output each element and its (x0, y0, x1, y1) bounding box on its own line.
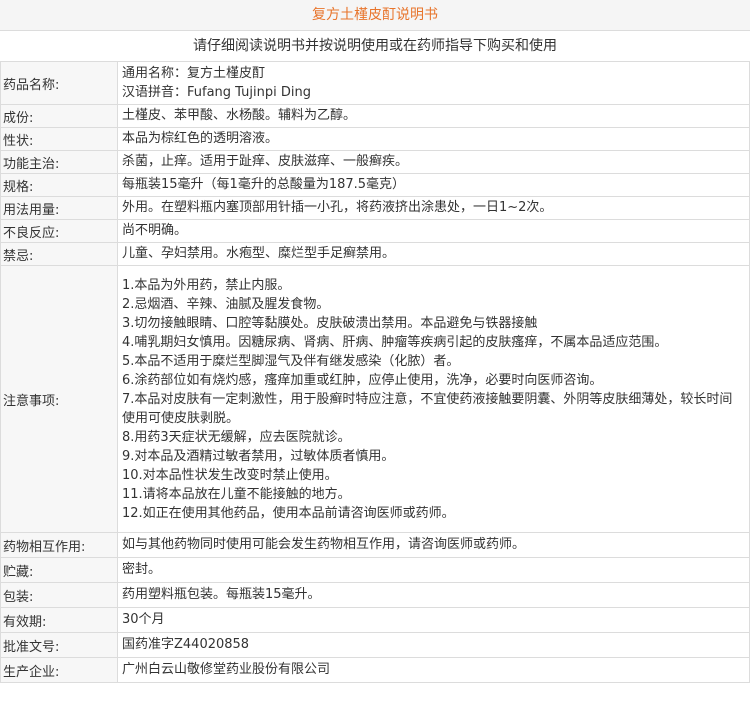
row-contraindications: 禁忌: 儿童、孕妇禁用。水疱型、糜烂型手足癣禁用。 (0, 242, 750, 266)
label-package: 包装: (0, 582, 118, 608)
label-drug-name: 药品名称: (0, 61, 118, 105)
precaution-item: 1.本品为外用药，禁止内服。 (122, 277, 291, 293)
precaution-item: 3.切勿接触眼睛、口腔等黏膜处。皮肤破溃出禁用。本品避免与铁器接触 (122, 315, 538, 331)
label-manufacturer: 生产企业: (0, 657, 118, 683)
drug-info-table: 药品名称: 通用名称：复方土槿皮酊 汉语拼音：Fufang Tujinpi Di… (0, 61, 750, 683)
label-interactions: 药物相互作用: (0, 532, 118, 558)
precaution-item: 7.本品对皮肤有一定刺激性，用于股癣时特应注意，不宜使药液接触要阴囊、外阴等皮肤… (122, 391, 733, 407)
precaution-item: 2.忌烟酒、辛辣、油腻及腥发食物。 (122, 296, 330, 312)
label-storage: 贮藏: (0, 557, 118, 583)
value-adverse: 尚不明确。 (117, 219, 750, 243)
precaution-item: 4.哺乳期妇女慎用。因糖尿病、肾病、肝病、肿瘤等疾病引起的皮肤瘙痒，不属本品适应… (122, 334, 668, 350)
label-character: 性状: (0, 127, 118, 151)
value-interactions: 如与其他药物同时使用可能会发生药物相互作用，请咨询医师或药师。 (117, 532, 750, 558)
label-ingredients: 成份: (0, 104, 118, 128)
label-precautions: 注意事项: (0, 265, 118, 533)
value-spec: 每瓶装15毫升（每1毫升的总酸量为187.5毫克） (117, 173, 750, 197)
row-spec: 规格: 每瓶装15毫升（每1毫升的总酸量为187.5毫克） (0, 173, 750, 197)
value-storage: 密封。 (117, 557, 750, 583)
row-character: 性状: 本品为棕红色的透明溶液。 (0, 127, 750, 151)
row-dosage: 用法用量: 外用。在塑料瓶内塞顶部用针插一小孔，将药液挤出涂患处，一日1~2次。 (0, 196, 750, 220)
value-approval: 国药准字Z44020858 (117, 632, 750, 658)
usage-notice: 请仔细阅读说明书并按说明使用或在药师指导下购买和使用 (193, 38, 557, 54)
precaution-item: 11.请将本品放在儿童不能接触的地方。 (122, 486, 351, 502)
row-approval: 批准文号: 国药准字Z44020858 (0, 632, 750, 658)
label-validity: 有效期: (0, 607, 118, 633)
value-contraindications: 儿童、孕妇禁用。水疱型、糜烂型手足癣禁用。 (117, 242, 750, 266)
label-contraindications: 禁忌: (0, 242, 118, 266)
label-indications: 功能主治: (0, 150, 118, 174)
value-precautions: 1.本品为外用药，禁止内服。 2.忌烟酒、辛辣、油腻及腥发食物。 3.切勿接触眼… (117, 265, 750, 533)
row-storage: 贮藏: 密封。 (0, 557, 750, 583)
value-indications: 杀菌，止痒。适用于趾痒、皮肤滋痒、一般癣疾。 (117, 150, 750, 174)
value-drug-name: 通用名称：复方土槿皮酊 汉语拼音：Fufang Tujinpi Ding (117, 61, 750, 105)
pinyin-name: 汉语拼音：Fufang Tujinpi Ding (122, 85, 311, 100)
row-manufacturer: 生产企业: 广州白云山敬修堂药业股份有限公司 (0, 657, 750, 683)
common-name: 通用名称：复方土槿皮酊 (122, 66, 266, 81)
row-ingredients: 成份: 土槿皮、苯甲酸、水杨酸。辅料为乙醇。 (0, 104, 750, 128)
row-drug-name: 药品名称: 通用名称：复方土槿皮酊 汉语拼音：Fufang Tujinpi Di… (0, 61, 750, 105)
row-adverse: 不良反应: 尚不明确。 (0, 219, 750, 243)
row-precautions: 注意事项: 1.本品为外用药，禁止内服。 2.忌烟酒、辛辣、油腻及腥发食物。 3… (0, 265, 750, 533)
label-dosage: 用法用量: (0, 196, 118, 220)
label-spec: 规格: (0, 173, 118, 197)
page-title: 复方土槿皮酊说明书 (0, 0, 750, 31)
precaution-item: 5.本品不适用于糜烂型脚湿气及伴有继发感染（化脓）者。 (122, 353, 460, 369)
value-manufacturer: 广州白云山敬修堂药业股份有限公司 (117, 657, 750, 683)
value-package: 药用塑料瓶包装。每瓶装15毫升。 (117, 582, 750, 608)
label-approval: 批准文号: (0, 632, 118, 658)
precaution-item: 9.对本品及酒精过敏者禁用，过敏体质者慎用。 (122, 448, 395, 464)
row-validity: 有效期: 30个月 (0, 607, 750, 633)
precaution-item: 8.用药3天症状无缓解，应去医院就诊。 (122, 429, 351, 445)
label-adverse: 不良反应: (0, 219, 118, 243)
instruction-sheet: 复方土槿皮酊说明书 请仔细阅读说明书并按说明使用或在药师指导下购买和使用 药品名… (0, 0, 750, 715)
row-package: 包装: 药用塑料瓶包装。每瓶装15毫升。 (0, 582, 750, 608)
value-dosage: 外用。在塑料瓶内塞顶部用针插一小孔，将药液挤出涂患处，一日1~2次。 (117, 196, 750, 220)
value-character: 本品为棕红色的透明溶液。 (117, 127, 750, 151)
precaution-item: 6.涂药部位如有烧灼感，瘙痒加重或红肿，应停止使用，洗净，必要时向医师咨询。 (122, 372, 603, 388)
value-validity: 30个月 (117, 607, 750, 633)
row-interactions: 药物相互作用: 如与其他药物同时使用可能会发生药物相互作用，请咨询医师或药师。 (0, 532, 750, 558)
precaution-item: 12.如正在使用其他药品，使用本品前请咨询医师或药师。 (122, 505, 455, 521)
row-indications: 功能主治: 杀菌，止痒。适用于趾痒、皮肤滋痒、一般癣疾。 (0, 150, 750, 174)
value-ingredients: 土槿皮、苯甲酸、水杨酸。辅料为乙醇。 (117, 104, 750, 128)
precaution-item: 使用可使皮肤剥脱。 (122, 410, 240, 426)
precaution-item: 10.对本品性状发生改变时禁止使用。 (122, 467, 338, 483)
